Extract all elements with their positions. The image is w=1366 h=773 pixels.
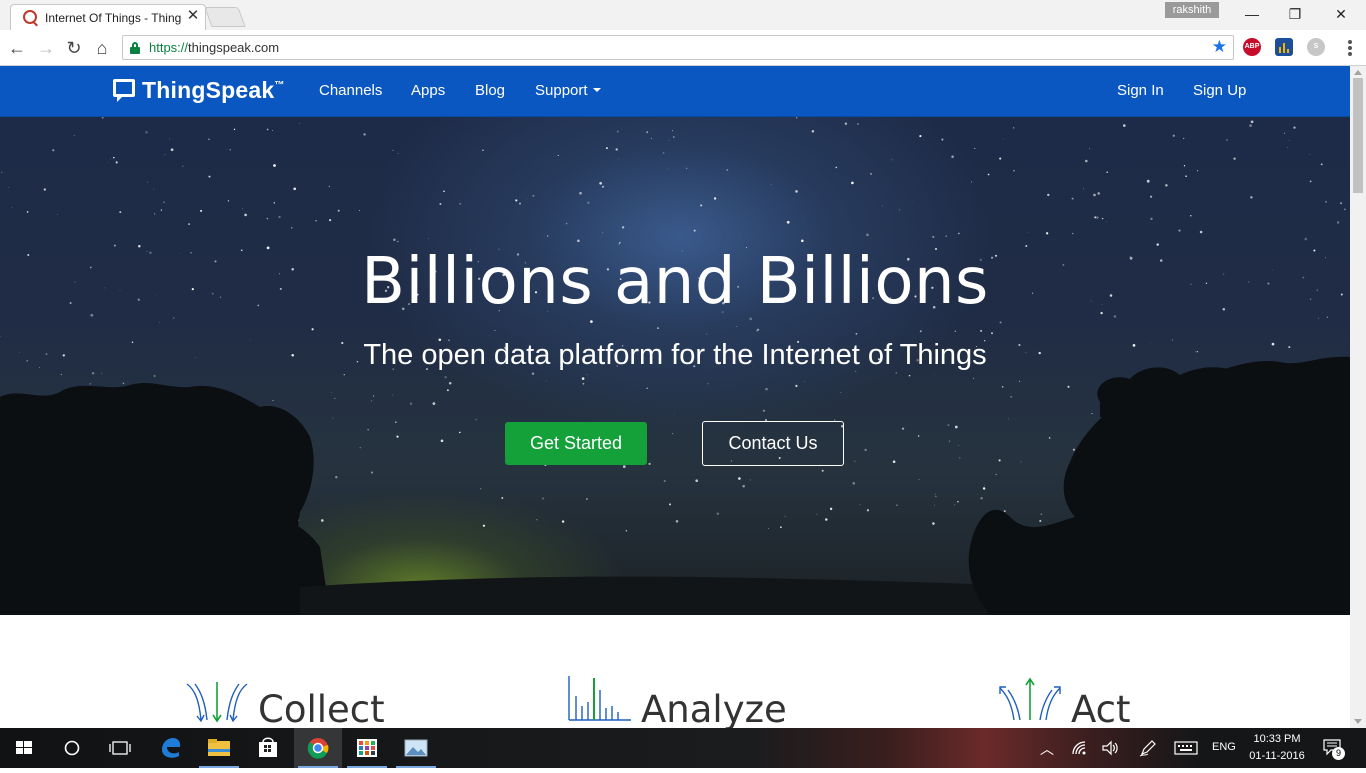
folder-icon xyxy=(195,728,243,768)
volume-icon[interactable] xyxy=(1101,740,1119,756)
touch-keyboard-icon[interactable] xyxy=(1174,741,1198,755)
windows-logo-icon xyxy=(0,728,48,768)
nav-support-label: Support xyxy=(535,82,588,99)
chevron-down-icon xyxy=(593,88,601,92)
notification-count-badge: 9 xyxy=(1332,747,1345,760)
secure-lock-icon xyxy=(130,42,140,54)
scrollbar-thumb[interactable] xyxy=(1353,78,1363,193)
clock-date[interactable]: 01-11-2016 xyxy=(1246,750,1308,762)
abp-icon[interactable]: ABP xyxy=(1243,38,1261,56)
reload-button[interactable]: ↻ xyxy=(62,36,86,60)
taskbar-image-app[interactable] xyxy=(392,728,440,768)
address-bar[interactable]: https://thingspeak.com ★ xyxy=(122,35,1234,60)
wifi-icon[interactable] xyxy=(1071,740,1089,756)
search-button[interactable] xyxy=(48,728,96,768)
taskbar-store[interactable] xyxy=(244,728,292,768)
tab-title: Internet Of Things - ThingSpeak xyxy=(45,11,181,25)
scroll-up-arrow-icon[interactable] xyxy=(1354,70,1362,75)
feature-analyze: Analyze xyxy=(568,676,808,726)
profile-button[interactable]: rakshith xyxy=(1165,2,1219,18)
url-text: https://thingspeak.com xyxy=(149,40,279,55)
taskbar-app-grid[interactable] xyxy=(343,728,391,768)
action-center-button[interactable]: 9 xyxy=(1322,738,1346,760)
sign-in-link[interactable]: Sign In xyxy=(1117,82,1164,99)
sign-up-link[interactable]: Sign Up xyxy=(1193,82,1246,99)
speech-bubble-logo-icon xyxy=(113,79,135,97)
close-window-button[interactable]: ✕ xyxy=(1318,0,1364,28)
brand-name: ThingSpeak xyxy=(142,77,274,103)
hero-subtitle: The open data platform for the Internet … xyxy=(0,339,1350,372)
new-tab-button[interactable] xyxy=(204,7,245,27)
start-button[interactable] xyxy=(0,728,48,768)
browser-tab[interactable]: Internet Of Things - ThingSpeak ✕ xyxy=(10,4,206,30)
scroll-down-arrow-icon[interactable] xyxy=(1354,719,1362,724)
pen-workspace-icon[interactable] xyxy=(1139,739,1157,757)
edge-icon xyxy=(146,728,194,768)
collect-arrows-icon xyxy=(185,680,249,724)
feature-act: Act xyxy=(998,676,1198,726)
chrome-icon xyxy=(294,728,342,768)
nav-apps[interactable]: Apps xyxy=(411,82,445,99)
windows-taskbar: ︿ ENG 10:33 PM 01-11-2016 9 xyxy=(0,728,1366,768)
image-viewer-icon xyxy=(392,728,440,768)
feature-analyze-title: Analyze xyxy=(641,688,787,728)
act-arrows-icon xyxy=(998,676,1062,722)
site-navbar: ThingSpeak™ Channels Apps Blog Support S… xyxy=(0,66,1350,117)
browser-menu-icon[interactable] xyxy=(1342,36,1358,60)
minimize-button[interactable]: — xyxy=(1229,0,1275,28)
taskbar-file-explorer[interactable] xyxy=(195,728,243,768)
tab-close-icon[interactable]: ✕ xyxy=(185,8,201,24)
app-grid-icon xyxy=(343,728,391,768)
forward-button[interactable]: → xyxy=(34,36,58,60)
feature-collect: Collect xyxy=(185,676,405,726)
browser-tab-strip: Internet Of Things - ThingSpeak ✕ rakshi… xyxy=(0,0,1366,30)
page-viewport: ThingSpeak™ Channels Apps Blog Support S… xyxy=(0,66,1350,728)
bookmark-star-icon[interactable]: ★ xyxy=(1212,37,1227,57)
feature-collect-title: Collect xyxy=(258,688,385,728)
taskbar-chrome[interactable] xyxy=(294,728,342,768)
contact-us-button[interactable]: Contact Us xyxy=(702,421,844,466)
show-hidden-icons-chevron-icon[interactable]: ︿ xyxy=(1040,739,1054,759)
hero-title: Billions and Billions xyxy=(0,245,1350,319)
home-button[interactable]: ⌂ xyxy=(90,36,114,60)
skype-icon[interactable]: S xyxy=(1307,38,1325,56)
store-bag-icon xyxy=(244,728,292,768)
analytics-icon[interactable] xyxy=(1275,38,1293,56)
nav-blog[interactable]: Blog xyxy=(475,82,505,99)
trademark-symbol: ™ xyxy=(274,80,284,91)
get-started-button[interactable]: Get Started xyxy=(505,422,647,465)
restore-button[interactable]: ❐ xyxy=(1272,0,1318,28)
cortana-circle-icon xyxy=(48,728,96,768)
input-language[interactable]: ENG xyxy=(1212,741,1236,753)
page-scrollbar[interactable] xyxy=(1350,66,1366,728)
task-view-button[interactable] xyxy=(96,728,144,768)
back-button[interactable]: ← xyxy=(5,36,29,60)
nav-support[interactable]: Support xyxy=(535,82,601,99)
browser-toolbar: ← → ↻ ⌂ https://thingspeak.com ★ ABP S xyxy=(0,30,1366,66)
feature-act-title: Act xyxy=(1071,688,1131,728)
analyze-bars-icon xyxy=(568,676,632,722)
taskbar-edge[interactable] xyxy=(146,728,194,768)
hero-banner: Billions and Billions The open data plat… xyxy=(0,117,1350,615)
thingspeak-favicon-icon xyxy=(23,10,37,24)
clock-time[interactable]: 10:33 PM xyxy=(1246,733,1308,745)
nav-channels[interactable]: Channels xyxy=(319,82,382,99)
task-view-icon xyxy=(96,728,144,768)
